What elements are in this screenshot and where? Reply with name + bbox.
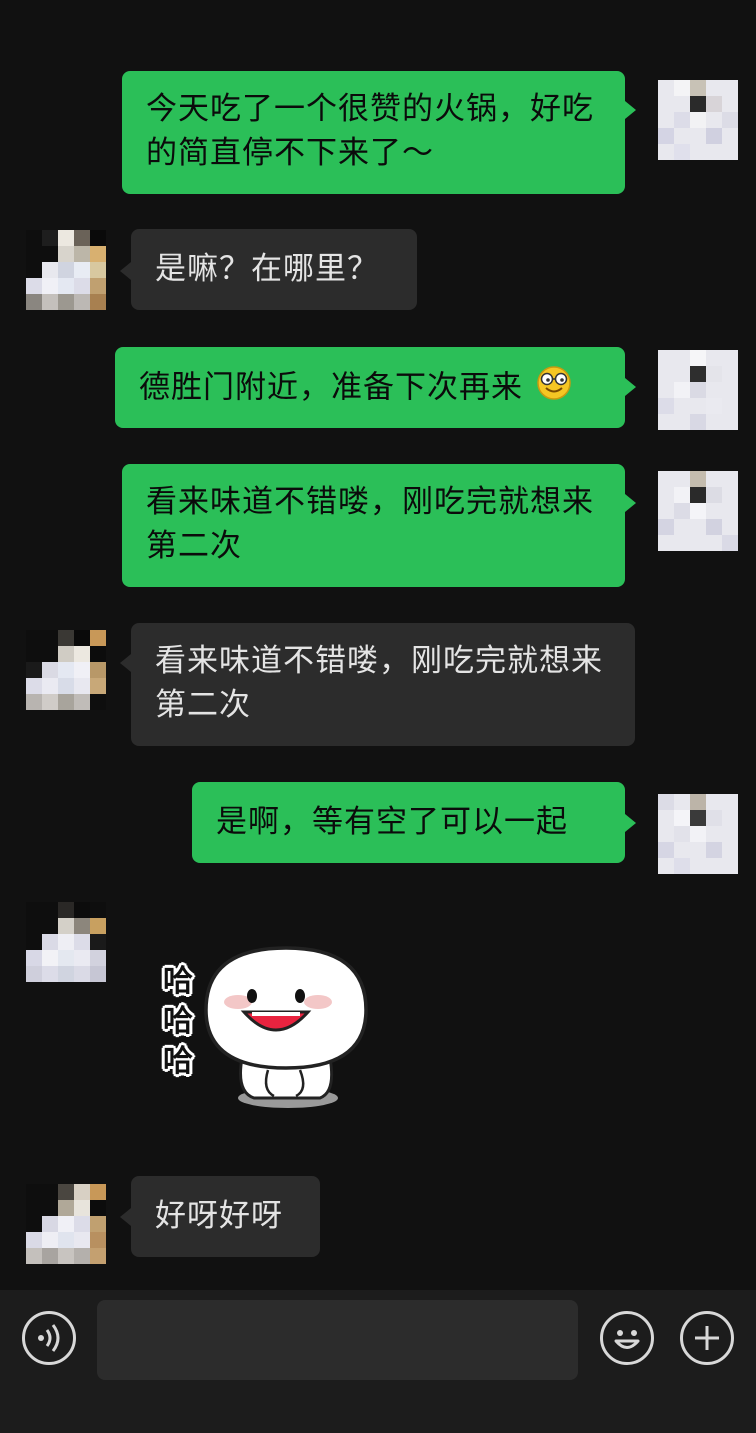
my-avatar[interactable] <box>658 471 738 551</box>
voice-icon[interactable] <box>22 1311 76 1365</box>
pixelated-avatar-icon <box>26 1184 106 1264</box>
pixelated-avatar-icon <box>658 471 738 551</box>
plus-icon[interactable] <box>680 1311 734 1365</box>
message-text: 是嘛？在哪里？ <box>155 251 379 287</box>
grinning-face-with-glasses-icon <box>536 365 572 413</box>
contact-avatar[interactable] <box>26 1184 106 1264</box>
bubble-tail <box>120 262 131 280</box>
pixelated-avatar-icon <box>658 350 738 430</box>
bubble-tail <box>120 654 131 672</box>
pixelated-avatar-icon <box>658 80 738 160</box>
message-text: 德胜门附近，准备下次再来 <box>139 369 523 406</box>
message-bubble-received[interactable]: 好呀好呀 <box>131 1176 320 1257</box>
chat-area[interactable]: 今天吃了一个很赞的火锅，好吃的简直停不下来了～ 是嘛？在哪里？ 德胜门附近，准备… <box>0 0 756 1290</box>
message-text: 今天吃了一个很赞的火锅，好吃的简直停不下来了～ <box>146 91 594 171</box>
message-bubble-sent[interactable]: 看来味道不错喽，刚吃完就想来第二次 <box>122 464 625 587</box>
pixelated-avatar-icon <box>26 230 106 310</box>
message-text: 看来味道不错喽，刚吃完就想来第二次 <box>146 484 594 564</box>
message-bubble-sent[interactable]: 是啊，等有空了可以一起 <box>192 782 625 863</box>
laughing-dumpling-sticker-icon[interactable] <box>150 940 380 1120</box>
message-text: 好呀好呀 <box>155 1198 283 1234</box>
pixelated-avatar-icon <box>658 794 738 874</box>
contact-avatar[interactable] <box>26 230 106 310</box>
contact-avatar[interactable] <box>26 902 106 982</box>
bubble-tail <box>625 101 636 119</box>
bubble-tail <box>120 1208 131 1226</box>
my-avatar[interactable] <box>658 350 738 430</box>
message-input[interactable] <box>97 1300 578 1380</box>
message-bubble-received[interactable]: 看来味道不错喽，刚吃完就想来第二次 <box>131 623 635 746</box>
contact-avatar[interactable] <box>26 630 106 710</box>
my-avatar[interactable] <box>658 794 738 874</box>
bubble-tail <box>625 378 636 396</box>
message-bubble-sent[interactable]: 今天吃了一个很赞的火锅，好吃的简直停不下来了～ <box>122 71 625 194</box>
pixelated-avatar-icon <box>26 902 106 982</box>
pixelated-avatar-icon <box>26 630 106 710</box>
message-text: 是啊，等有空了可以一起 <box>216 804 568 840</box>
message-bubble-received[interactable]: 是嘛？在哪里？ <box>131 229 417 310</box>
bubble-tail <box>625 814 636 832</box>
message-text: 看来味道不错喽，刚吃完就想来第二次 <box>155 643 603 723</box>
bubble-tail <box>625 494 636 512</box>
message-bubble-sent[interactable]: 德胜门附近，准备下次再来 <box>115 347 625 428</box>
emoji-icon[interactable] <box>600 1311 654 1365</box>
my-avatar[interactable] <box>658 80 738 160</box>
